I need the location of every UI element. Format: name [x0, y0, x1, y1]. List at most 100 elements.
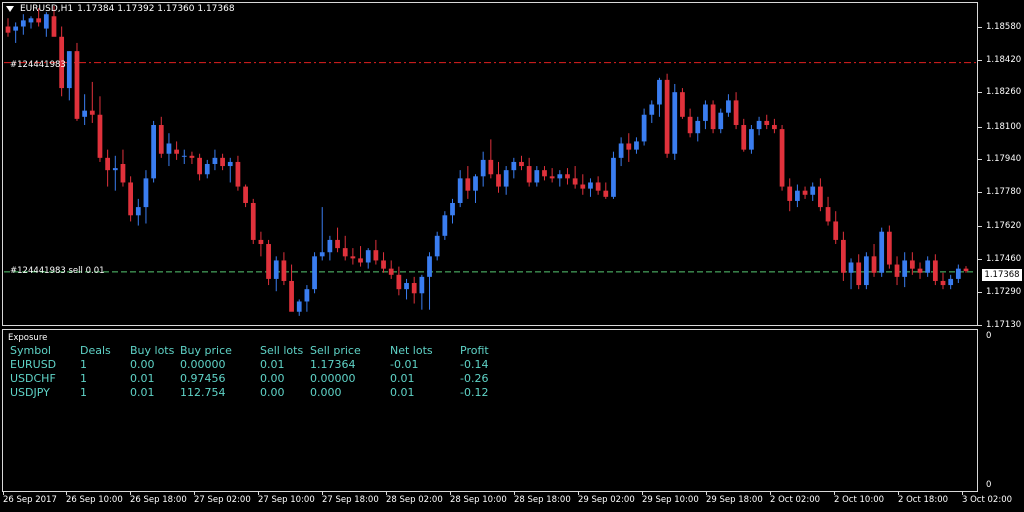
candle-body — [649, 104, 655, 115]
candle — [427, 252, 432, 310]
candle-body — [20, 20, 26, 27]
candle-body — [580, 184, 586, 189]
candle — [848, 258, 854, 290]
chevron-down-icon[interactable] — [6, 6, 14, 12]
table-cell: 1 — [80, 372, 87, 385]
candle — [220, 153, 225, 171]
candle-body — [664, 79, 670, 154]
table-cell: 0.00 — [130, 358, 155, 371]
candle-body — [427, 256, 432, 277]
candle-body — [411, 283, 417, 294]
candle — [327, 235, 333, 261]
candle — [473, 174, 478, 203]
candle — [833, 211, 839, 245]
candle-body — [342, 248, 348, 257]
candle-body — [787, 186, 793, 201]
candle-body — [396, 274, 402, 290]
table-cell: -0.14 — [460, 358, 489, 371]
candle — [618, 137, 624, 167]
candle-body — [373, 250, 379, 261]
candle-body — [902, 260, 908, 277]
time-tick-label: 29 Sep 18:00 — [706, 495, 763, 505]
price-tick-mark — [978, 226, 982, 227]
candle — [932, 254, 938, 286]
candle — [304, 285, 310, 312]
candle — [151, 120, 156, 183]
candle-body — [450, 202, 455, 216]
candle-body — [641, 114, 647, 142]
candle-body — [726, 100, 731, 113]
time-tick-label: 26 Sep 18:00 — [130, 495, 187, 505]
candle-body — [181, 155, 187, 157]
candle — [595, 176, 601, 195]
time-tick-mark — [642, 492, 643, 495]
candle-body — [404, 283, 409, 290]
candle-body — [250, 202, 256, 240]
ohlc-values: 1.17384 1.17392 1.17360 1.17368 — [77, 4, 235, 14]
time-tick-mark — [130, 492, 131, 495]
candle — [174, 141, 179, 160]
time-tick-mark — [770, 492, 771, 495]
candle — [89, 81, 95, 123]
table-cell: USDCHF — [10, 372, 56, 385]
price-tick-mark — [978, 159, 982, 160]
candle-body — [5, 26, 11, 33]
candle — [112, 155, 118, 191]
candle-body — [764, 120, 770, 126]
price-tick-label: 1.18260 — [986, 87, 1022, 97]
table-cell: USDJPY — [10, 386, 50, 399]
table-cell: 0.00 — [260, 372, 285, 385]
candle-body — [112, 168, 118, 171]
candle — [396, 266, 402, 296]
candle-body — [143, 178, 149, 208]
table-cell: -0.12 — [460, 386, 489, 399]
candle-body — [158, 125, 164, 154]
table-cell: 0.000 — [310, 386, 342, 399]
candle-body — [388, 268, 394, 275]
candle — [120, 149, 126, 187]
candle-body — [74, 51, 80, 119]
candle — [718, 108, 724, 134]
candle — [450, 198, 455, 224]
candle — [902, 252, 908, 288]
candle — [503, 166, 509, 195]
candle — [511, 157, 517, 179]
candle — [534, 166, 540, 187]
candle — [672, 83, 678, 160]
candle-body — [863, 256, 869, 286]
candle-body — [350, 256, 356, 259]
candle-body — [235, 161, 241, 187]
candle-body — [381, 260, 386, 269]
price-tick-label: 1.18420 — [986, 55, 1022, 65]
candle-body — [818, 186, 823, 208]
candle-body — [419, 276, 425, 294]
candle-body — [511, 161, 517, 171]
candle — [948, 274, 954, 290]
column-header: Sell price — [310, 344, 361, 357]
candle — [802, 186, 808, 199]
candle-body — [434, 235, 440, 257]
candle — [496, 161, 501, 193]
candle — [526, 157, 532, 187]
candle — [641, 108, 647, 146]
candle — [955, 264, 961, 284]
candle-body — [442, 215, 448, 236]
candle — [419, 274, 425, 310]
price-tick-label: 1.18100 — [986, 122, 1022, 132]
price-tick-mark — [978, 292, 982, 293]
time-tick-label: 2 Oct 10:00 — [834, 495, 885, 505]
candle-body — [925, 260, 931, 273]
price-tick-mark — [978, 27, 982, 28]
candle-body — [174, 149, 179, 154]
candle — [657, 77, 662, 117]
candle — [664, 73, 670, 158]
table-cell: 0.00000 — [180, 358, 226, 371]
candle — [863, 252, 869, 290]
column-header: Buy lots — [130, 344, 175, 357]
candle-body — [848, 262, 854, 273]
candle — [695, 116, 701, 142]
price-tick-label: 1.18580 — [986, 22, 1022, 32]
candle-body — [557, 174, 563, 179]
candle-body — [894, 264, 900, 277]
time-tick-label: 26 Sep 2017 — [3, 495, 57, 505]
